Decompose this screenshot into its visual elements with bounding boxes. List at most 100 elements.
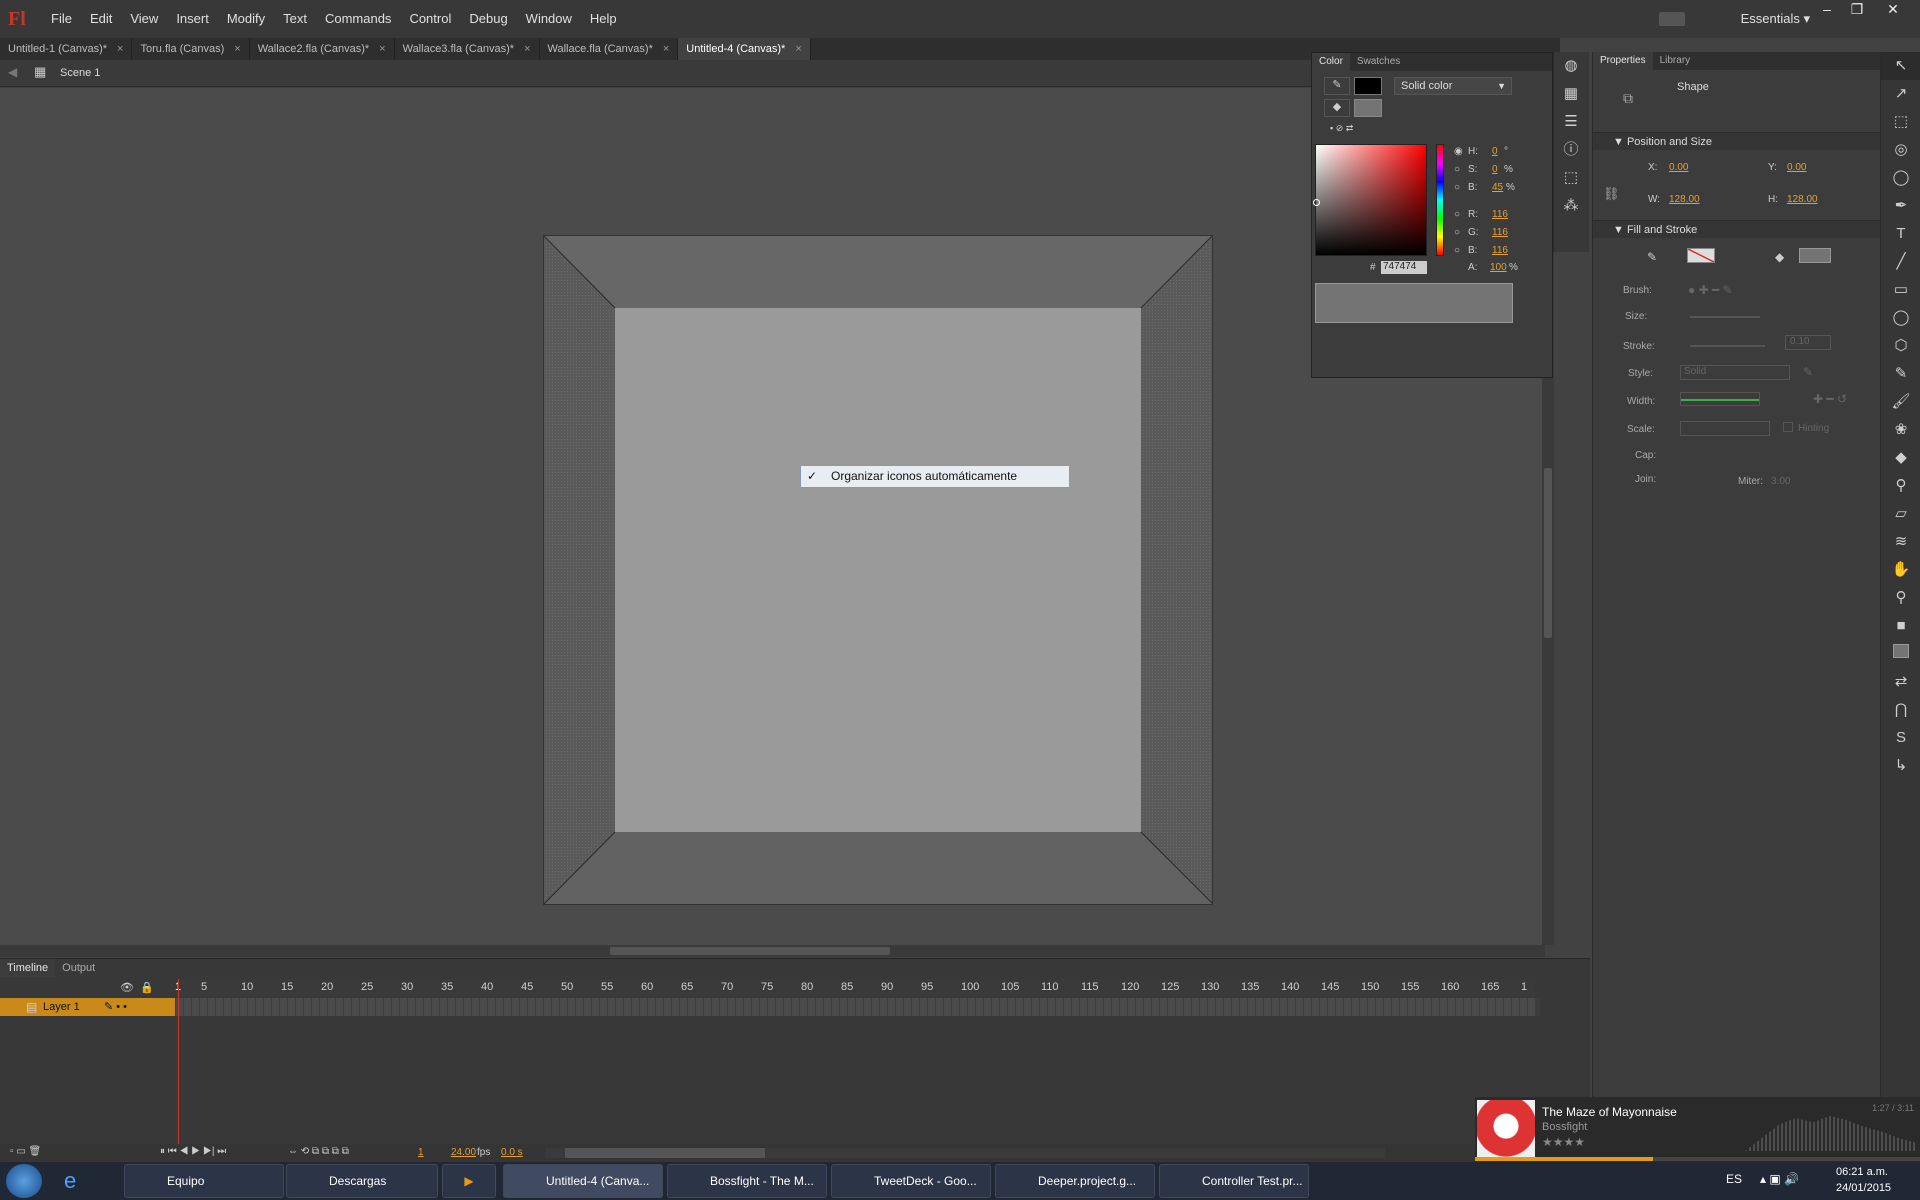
- pen-icon[interactable]: ✒: [1881, 192, 1920, 220]
- stroke-color-tool[interactable]: ■: [1881, 612, 1920, 640]
- current-frame[interactable]: 1: [418, 1147, 424, 1158]
- rating-stars[interactable]: ★★★★: [1542, 1135, 1585, 1149]
- deco-icon[interactable]: ❀: [1881, 416, 1920, 444]
- fill-bucket-icon[interactable]: ◆: [1324, 99, 1350, 117]
- width-tool-icon[interactable]: ≋: [1881, 528, 1920, 556]
- fill-stroke-header[interactable]: ▼ Fill and Stroke: [1593, 220, 1881, 238]
- scroll-thumb[interactable]: [1544, 468, 1552, 638]
- tab-wallace2[interactable]: Wallace2.fla (Canvas)* ×: [250, 38, 395, 60]
- taskbar-item-equipo[interactable]: Equipo: [124, 1164, 284, 1198]
- swatches-icon[interactable]: ▦: [1554, 80, 1588, 108]
- tab-untitled-1[interactable]: Untitled-1 (Canvas)* ×: [0, 38, 133, 60]
- playhead[interactable]: [178, 979, 179, 1144]
- media-player-icon[interactable]: ▶: [442, 1164, 496, 1198]
- g-value[interactable]: 116: [1492, 227, 1508, 238]
- color-panel-icon[interactable]: ◍: [1554, 52, 1588, 80]
- paint-bucket-icon[interactable]: ◆: [1881, 444, 1920, 472]
- menu-debug[interactable]: Debug: [460, 0, 516, 38]
- swap-colors-icon[interactable]: ▪ ⊘ ⇄: [1330, 123, 1370, 135]
- components-icon[interactable]: ⁂: [1554, 192, 1588, 220]
- start-button[interactable]: [6, 1164, 42, 1198]
- fill-color-tool[interactable]: [1881, 640, 1920, 668]
- rectangle-icon[interactable]: ▭: [1881, 276, 1920, 304]
- ie-icon[interactable]: e: [64, 1168, 76, 1194]
- eraser-icon[interactable]: ▱: [1881, 500, 1920, 528]
- info-icon[interactable]: ⓘ: [1554, 136, 1588, 164]
- tab-output[interactable]: Output: [55, 959, 102, 977]
- polystar-icon[interactable]: ⬡: [1881, 332, 1920, 360]
- sync-icon[interactable]: [1659, 12, 1685, 26]
- radio-icon[interactable]: ○: [1454, 209, 1460, 220]
- b-value[interactable]: 116: [1492, 245, 1508, 256]
- layer-row[interactable]: ▤ Layer 1 ✎ • •: [0, 998, 1540, 1016]
- color-picker-cursor[interactable]: [1313, 199, 1320, 206]
- radio-icon[interactable]: ◉: [1454, 146, 1463, 157]
- menu-commands[interactable]: Commands: [316, 0, 400, 38]
- 3d-rotation-icon[interactable]: ◎: [1881, 136, 1920, 164]
- taskbar-item-tweetdeck[interactable]: TweetDeck - Goo...: [831, 1164, 991, 1198]
- new-layer-icon[interactable]: ▫ ▭ 🗑: [10, 1146, 41, 1157]
- pencil-icon[interactable]: ✎: [1881, 360, 1920, 388]
- w-value[interactable]: 128.00: [1669, 194, 1700, 205]
- lasso-icon[interactable]: ◯: [1881, 164, 1920, 192]
- tab-wallace[interactable]: Wallace.fla (Canvas)* ×: [540, 38, 679, 60]
- free-transform-icon[interactable]: ⬚: [1881, 108, 1920, 136]
- radio-icon[interactable]: ○: [1454, 245, 1460, 256]
- selection-tool-icon[interactable]: ↖: [1881, 52, 1920, 80]
- progress-bar[interactable]: [1475, 1157, 1920, 1161]
- close-tab-icon[interactable]: ×: [524, 43, 530, 55]
- layer-header[interactable]: ▤ Layer 1 ✎ • •: [0, 998, 175, 1016]
- menu-modify[interactable]: Modify: [218, 0, 274, 38]
- straighten-icon[interactable]: ↳: [1881, 752, 1920, 780]
- hex-input[interactable]: 747474: [1381, 261, 1427, 274]
- tab-timeline[interactable]: Timeline: [0, 959, 56, 977]
- menu-control[interactable]: Control: [400, 0, 460, 38]
- restore-icon[interactable]: ❐: [1842, 0, 1872, 20]
- radio-icon[interactable]: ○: [1454, 182, 1460, 193]
- fps-value[interactable]: 24.00: [451, 1147, 476, 1158]
- align-icon[interactable]: ☰: [1554, 108, 1588, 136]
- menu-window[interactable]: Window: [517, 0, 581, 38]
- radio-icon[interactable]: ○: [1454, 227, 1460, 238]
- menu-text[interactable]: Text: [274, 0, 316, 38]
- language-indicator[interactable]: ES: [1726, 1172, 1742, 1186]
- menu-item-arrange-icons[interactable]: Organizar iconos automáticamente: [823, 466, 1017, 487]
- close-icon[interactable]: ✕: [1878, 0, 1908, 20]
- menu-help[interactable]: Help: [581, 0, 626, 38]
- tray-icons[interactable]: ▴ ▣ 🔊: [1760, 1172, 1799, 1186]
- close-tab-icon[interactable]: ×: [379, 43, 385, 55]
- tab-untitled-4[interactable]: Untitled-4 (Canvas)* ×: [678, 38, 811, 60]
- alpha-value[interactable]: 100: [1490, 262, 1507, 273]
- menu-view[interactable]: View: [121, 0, 167, 38]
- subselection-tool-icon[interactable]: ↗: [1881, 80, 1920, 108]
- smooth-icon[interactable]: S: [1881, 724, 1920, 752]
- clock-date[interactable]: 24/01/2015: [1836, 1182, 1891, 1194]
- layer-name[interactable]: Layer 1: [43, 1001, 80, 1013]
- fill-color-swatch[interactable]: [1354, 99, 1382, 117]
- menu-edit[interactable]: Edit: [81, 0, 121, 38]
- y-value[interactable]: 0.00: [1787, 162, 1806, 173]
- swap-colors-icon[interactable]: ⇄: [1881, 668, 1920, 696]
- h-value[interactable]: 0: [1492, 146, 1498, 157]
- link-icon[interactable]: ⛓: [1603, 186, 1620, 202]
- color-picker-field[interactable]: [1315, 144, 1427, 256]
- eyedropper-icon[interactable]: ⚲: [1881, 472, 1920, 500]
- back-arrow-icon[interactable]: ◀: [8, 65, 17, 79]
- clock-time[interactable]: 06:21 a.m.: [1836, 1166, 1888, 1178]
- close-tab-icon[interactable]: ×: [234, 43, 240, 55]
- stroke-pencil-icon[interactable]: ✎: [1324, 77, 1350, 95]
- tab-color[interactable]: Color: [1312, 53, 1350, 71]
- stroke-color-swatch[interactable]: [1354, 77, 1382, 95]
- canvas-shape[interactable]: [543, 235, 1213, 907]
- taskbar-item-bossfight[interactable]: Bossfight - The M...: [667, 1164, 827, 1198]
- snap-magnet-icon[interactable]: ⋂: [1881, 696, 1920, 724]
- close-tab-icon[interactable]: ×: [117, 43, 123, 55]
- onion-skin-icons[interactable]: ⇔ ⟲ ⧉ ⧉ ⧉ ⧉: [288, 1146, 349, 1157]
- frame-cells[interactable]: [176, 998, 1536, 1016]
- frame-ruler[interactable]: 1510152025303540455055606570758085909510…: [175, 979, 1535, 997]
- eye-icon[interactable]: 👁: [120, 981, 134, 994]
- scroll-thumb[interactable]: [610, 947, 890, 955]
- close-tab-icon[interactable]: ×: [663, 43, 669, 55]
- tab-toru[interactable]: Toru.fla (Canvas) ×: [132, 38, 250, 60]
- workspace-switcher[interactable]: Essentials ▾: [1741, 0, 1810, 38]
